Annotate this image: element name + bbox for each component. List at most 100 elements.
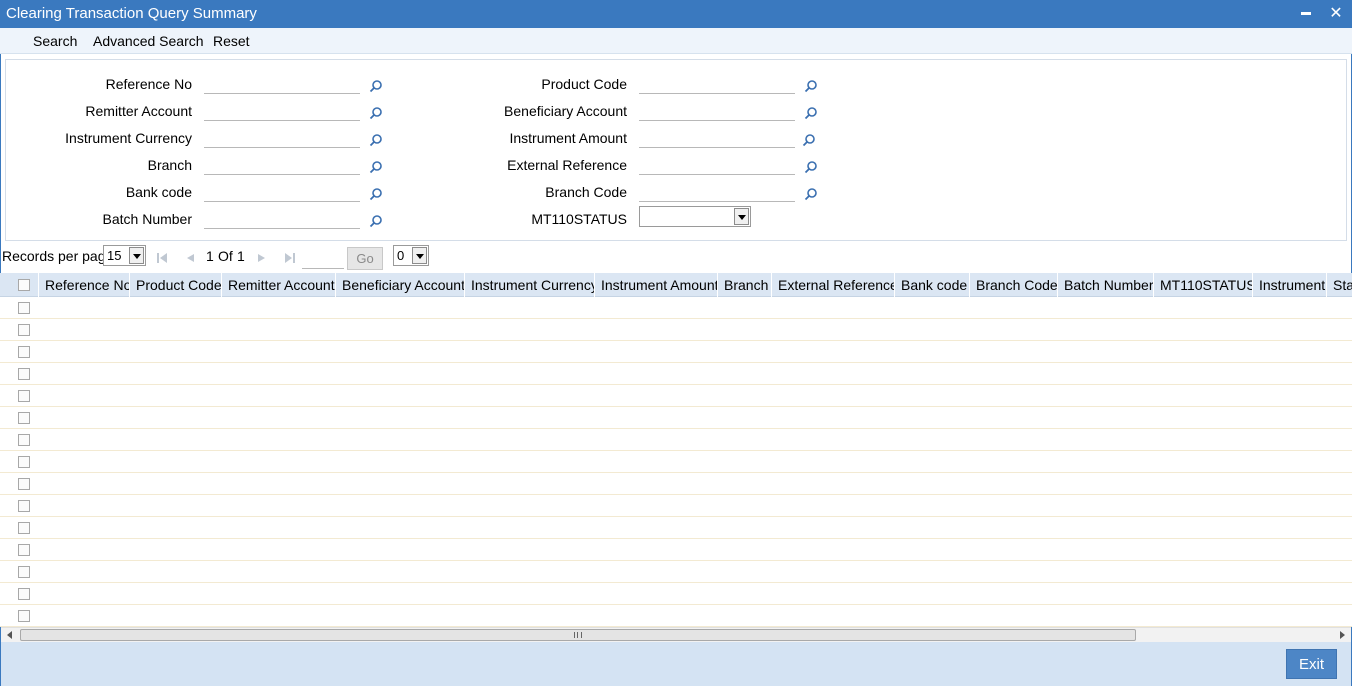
search-icon[interactable] — [369, 187, 383, 201]
search-icon[interactable] — [369, 214, 383, 228]
toolbar: Search Advanced Search Reset — [0, 28, 1352, 54]
beneficiary-account-input[interactable] — [639, 101, 795, 121]
row-checkbox[interactable] — [18, 588, 30, 600]
column-header-bank-code[interactable]: Bank code — [894, 273, 969, 297]
close-icon[interactable]: ✕ — [1326, 4, 1346, 24]
table-row[interactable] — [0, 297, 1352, 319]
table-header: Reference No Product Code Remitter Accou… — [0, 273, 1352, 297]
column-header-batch-number[interactable]: Batch Number — [1057, 273, 1153, 297]
search-icon[interactable] — [369, 106, 383, 120]
row-checkbox[interactable] — [18, 478, 30, 490]
table-row[interactable] — [0, 495, 1352, 517]
search-icon[interactable] — [802, 133, 816, 147]
table-row[interactable] — [0, 451, 1352, 473]
table-row[interactable] — [0, 319, 1352, 341]
search-icon[interactable] — [804, 187, 818, 201]
advanced-search-button[interactable]: Advanced Search — [93, 33, 204, 49]
search-icon[interactable] — [369, 79, 383, 93]
column-header-instrument[interactable]: Instrument — [1252, 273, 1326, 297]
reference-no-input[interactable] — [204, 74, 360, 94]
table-row[interactable] — [0, 385, 1352, 407]
row-checkbox[interactable] — [18, 434, 30, 446]
table-row[interactable] — [0, 407, 1352, 429]
table-row[interactable] — [0, 341, 1352, 363]
scrollbar-thumb[interactable] — [20, 629, 1136, 641]
previous-page-icon[interactable] — [184, 252, 196, 264]
goto-page-select[interactable]: 0 — [393, 245, 429, 266]
chevron-down-icon — [412, 247, 427, 264]
pagination-bar: Records per page 15 1 Of 1 Go 0 — [0, 244, 1352, 272]
column-header-reference-no[interactable]: Reference No — [38, 273, 129, 297]
row-checkbox[interactable] — [18, 610, 30, 622]
row-checkbox[interactable] — [18, 412, 30, 424]
search-button[interactable]: Search — [33, 33, 77, 49]
branch-code-label: Branch Code — [545, 184, 627, 200]
column-header-branch-code[interactable]: Branch Code — [969, 273, 1057, 297]
row-checkbox[interactable] — [18, 566, 30, 578]
row-checkbox[interactable] — [18, 324, 30, 336]
row-checkbox[interactable] — [18, 544, 30, 556]
minimize-icon[interactable] — [1296, 4, 1316, 24]
row-checkbox[interactable] — [18, 456, 30, 468]
instrument-currency-input[interactable] — [204, 128, 360, 148]
records-per-page-select[interactable]: 15 — [103, 245, 146, 266]
row-checkbox[interactable] — [18, 368, 30, 380]
column-header-branch[interactable]: Branch — [717, 273, 771, 297]
column-header-beneficiary-account[interactable]: Beneficiary Account — [335, 273, 464, 297]
scroll-right-icon[interactable] — [1338, 631, 1346, 639]
table-row[interactable] — [0, 605, 1352, 627]
reset-button[interactable]: Reset — [213, 33, 250, 49]
table-row[interactable] — [0, 517, 1352, 539]
select-all-checkbox[interactable] — [18, 279, 30, 291]
mt110status-select[interactable] — [639, 206, 751, 227]
external-reference-label: External Reference — [507, 157, 627, 173]
chevron-down-icon — [129, 247, 144, 264]
search-icon[interactable] — [804, 106, 818, 120]
page-number-input[interactable] — [302, 249, 344, 269]
branch-code-input[interactable] — [639, 182, 795, 202]
row-checkbox[interactable] — [18, 522, 30, 534]
row-checkbox[interactable] — [18, 302, 30, 314]
row-checkbox[interactable] — [18, 390, 30, 402]
exit-button[interactable]: Exit — [1286, 649, 1337, 679]
column-header-instrument-amount[interactable]: Instrument Amount — [594, 273, 717, 297]
column-header-remitter-account[interactable]: Remitter Account — [221, 273, 335, 297]
next-page-icon[interactable] — [256, 252, 268, 264]
column-header-instrument-currency[interactable]: Instrument Currency — [464, 273, 594, 297]
instrument-amount-input[interactable] — [639, 128, 795, 148]
table-row[interactable] — [0, 561, 1352, 583]
row-checkbox[interactable] — [18, 346, 30, 358]
column-header-status[interactable]: Sta — [1326, 273, 1352, 297]
window-titlebar: Clearing Transaction Query Summary ✕ — [0, 0, 1352, 28]
table-row[interactable] — [0, 429, 1352, 451]
column-header-mt110status[interactable]: MT110STATUS — [1153, 273, 1252, 297]
external-reference-input[interactable] — [639, 155, 795, 175]
remitter-account-label: Remitter Account — [85, 103, 192, 119]
scroll-left-icon[interactable] — [6, 631, 14, 639]
table-row[interactable] — [0, 473, 1352, 495]
column-header-product-code[interactable]: Product Code — [129, 273, 221, 297]
product-code-input[interactable] — [639, 74, 795, 94]
search-icon[interactable] — [369, 160, 383, 174]
reference-no-label: Reference No — [105, 76, 192, 92]
results-table: Reference No Product Code Remitter Accou… — [0, 273, 1352, 627]
branch-label: Branch — [147, 157, 192, 173]
goto-page-value: 0 — [397, 248, 405, 263]
window-title: Clearing Transaction Query Summary — [6, 5, 257, 22]
horizontal-scrollbar[interactable] — [1, 627, 1351, 642]
first-page-icon[interactable] — [156, 252, 168, 264]
go-button[interactable]: Go — [347, 247, 383, 270]
row-checkbox[interactable] — [18, 500, 30, 512]
column-header-external-reference[interactable]: External Reference — [771, 273, 894, 297]
table-row[interactable] — [0, 539, 1352, 561]
remitter-account-input[interactable] — [204, 101, 360, 121]
search-icon[interactable] — [804, 79, 818, 93]
branch-input[interactable] — [204, 155, 360, 175]
search-icon[interactable] — [804, 160, 818, 174]
batch-number-input[interactable] — [204, 209, 360, 229]
last-page-icon[interactable] — [284, 252, 296, 264]
search-icon[interactable] — [369, 133, 383, 147]
bank-code-input[interactable] — [204, 182, 360, 202]
table-row[interactable] — [0, 363, 1352, 385]
table-row[interactable] — [0, 583, 1352, 605]
